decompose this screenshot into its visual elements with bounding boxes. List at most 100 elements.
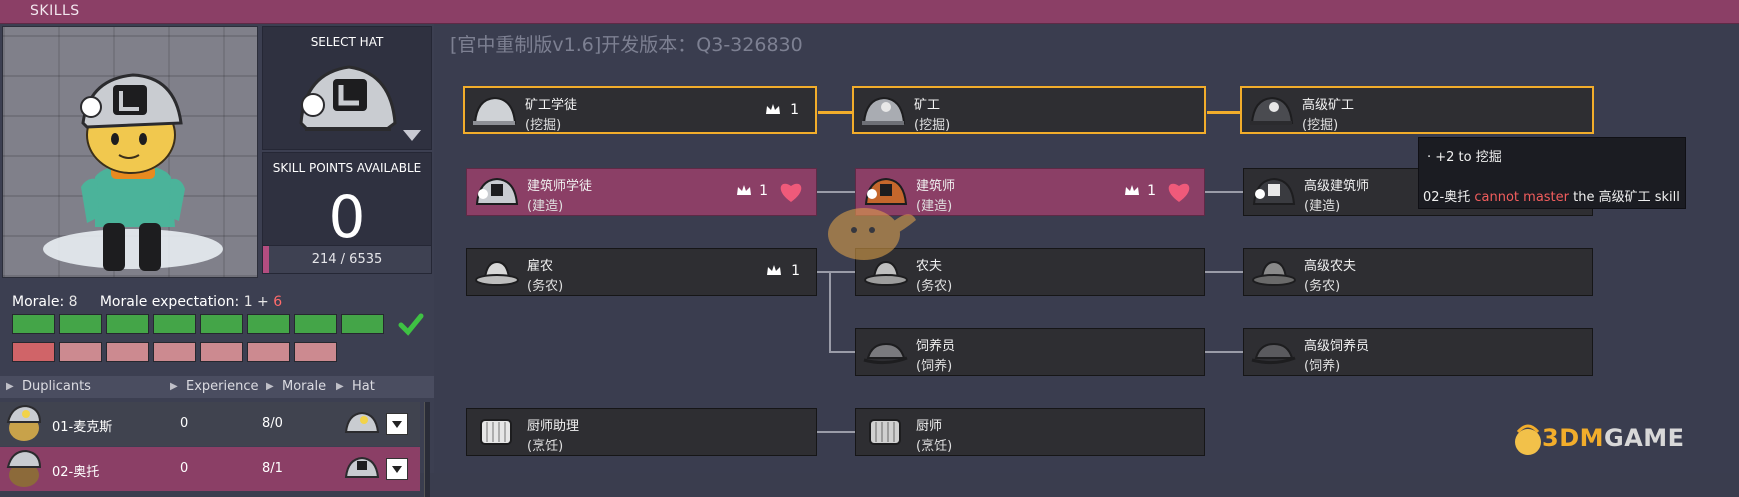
checkmark-icon [398,313,424,336]
skill-category: (务农) [527,279,564,294]
header-experience[interactable]: Experience [186,379,259,394]
skill-category: (烹饪) [916,439,953,454]
crown-count: 1 [790,102,799,118]
sort-triangle-icon[interactable]: ▶ [170,381,178,392]
mining-hat-icon [862,96,906,125]
skill-node-mining3[interactable]: 高级矿工 (挖掘) [1240,86,1594,134]
chef-hat-icon [869,419,901,445]
chef-hat-icon [480,419,512,445]
sort-triangle-icon[interactable]: ▶ [6,381,14,392]
crown-count: 1 [759,183,768,199]
skill-connector [816,271,856,273]
skill-connector [1204,351,1244,353]
skill-connector [1204,271,1244,273]
mascot-watermark-icon [828,208,916,260]
skill-name: 高级饲养员 [1304,339,1370,354]
header-hat[interactable]: Hat [352,379,375,394]
sort-triangle-icon[interactable]: ▶ [336,381,344,392]
chevron-down-icon[interactable] [403,130,421,141]
skill-category: (建造) [1304,199,1341,214]
duplicant-avatar [6,449,42,487]
morale-expectation-extra: 6 [273,294,283,310]
window-title: SKILLS [30,3,80,19]
skill-name: 饲养员 [916,339,956,354]
skill-category: (建造) [527,199,564,214]
skill-category: (饲养) [1304,359,1341,374]
skill-connector [829,271,831,351]
skill-connector [818,111,854,114]
rancher-hat-icon [863,342,908,365]
heart-icon [1168,183,1190,202]
skill-node-mining1[interactable]: 矿工学徒 (挖掘) 1 [463,86,817,134]
skill-category: (挖掘) [525,118,562,133]
hard-hat-icon [299,65,397,131]
skill-tooltip: · +2 to 挖掘 02-奥托 cannot master the 高级矿工 … [1418,137,1686,209]
skill-name: 高级矿工 [1302,98,1355,113]
watermark-prefix: 3DM [1542,424,1605,452]
farmer-hat-icon [475,260,519,286]
tooltip-message: 02-奥托 cannot master the 高级矿工 skill [1423,186,1680,205]
duplicant-experience: 0 [180,461,189,476]
skill-points-label: SKILL POINTS AVAILABLE [272,161,422,175]
duplicant-name: 02-奥托 [52,465,100,480]
skill-node-cook1[interactable]: 厨师助理 (烹饪) [466,408,817,456]
crown-icon [767,265,781,275]
table-scrollbar[interactable] [424,402,430,497]
crown-icon [1125,185,1139,195]
skill-node-cook2[interactable]: 厨师 (烹饪) [855,408,1205,456]
duplicant-name: 01-麦克斯 [52,420,113,435]
morale-bar-segment [59,314,102,334]
skill-node-build1[interactable]: 建筑师学徒 (建造) 1 [466,168,817,216]
select-hat-panel[interactable]: SELECT HAT [262,26,432,150]
morale-bar-segment [247,314,290,334]
expectation-bar-segment [153,342,196,362]
left-panel: SELECT HAT SKILL POINTS AVAILABLE 0 214 … [0,24,434,497]
skill-node-ranch3[interactable]: 高级饲养员 (饲养) [1243,328,1593,376]
morale-bar-segment [341,314,384,334]
expectation-bar-segment [59,342,102,362]
skill-name: 建筑师 [916,179,956,194]
watermark: 3DMGAME [1542,424,1685,452]
table-row[interactable]: 02-奥托 0 8/1 [0,447,420,491]
morale-bar-segment [106,314,149,334]
skill-connector [1204,191,1244,193]
skill-category: (挖掘) [914,118,951,133]
sort-triangle-icon[interactable]: ▶ [266,381,274,392]
hat-dropdown[interactable] [386,413,408,435]
morale-expectation-value: 1 + [243,294,269,310]
version-text: [官中重制版v1.6]开发版本：Q3-326830 [450,34,803,56]
experience-progress-bar: 214 / 6535 [263,245,431,273]
crown-count: 1 [1147,183,1156,199]
select-hat-label: SELECT HAT [310,35,384,49]
skill-category: (挖掘) [1302,118,1339,133]
skill-node-farm3[interactable]: 高级农夫 (务农) [1243,248,1593,296]
rancher-hat-icon [1251,342,1296,365]
skill-category: (饲养) [916,359,953,374]
expectation-bar-segment [247,342,290,362]
expectation-bar-segment [106,342,149,362]
heart-icon [780,183,802,202]
expectation-bar-segment [12,342,55,362]
header-duplicants[interactable]: Duplicants [22,379,91,394]
builder-hat-icon [475,177,519,205]
morale-bar-segment [12,314,55,334]
morale-bars [12,314,384,334]
hat-dropdown[interactable] [386,458,408,480]
table-row[interactable]: 01-麦克斯 0 8/0 [0,402,420,446]
skill-node-ranch2[interactable]: 饲养员 (饲养) [855,328,1205,376]
tooltip-suffix: the 高级矿工 skill [1569,190,1680,205]
mining-hat-icon [473,96,517,125]
skill-node-mining2[interactable]: 矿工 (挖掘) [852,86,1206,134]
skill-node-farm1[interactable]: 雇农 (务农) 1 [466,248,817,296]
expectation-bar-segment [294,342,337,362]
skill-connector [816,431,856,433]
morale-bar-segment [294,314,337,334]
skill-name: 高级农夫 [1304,259,1357,274]
header-morale[interactable]: Morale [282,379,326,394]
skill-name: 厨师助理 [527,419,580,434]
hard-hat-icon [344,411,380,433]
crown-icon [766,104,780,114]
duplicant-morale: 8/1 [262,461,283,476]
skill-name: 矿工学徒 [525,98,578,113]
builder-hat-icon [1252,177,1296,205]
